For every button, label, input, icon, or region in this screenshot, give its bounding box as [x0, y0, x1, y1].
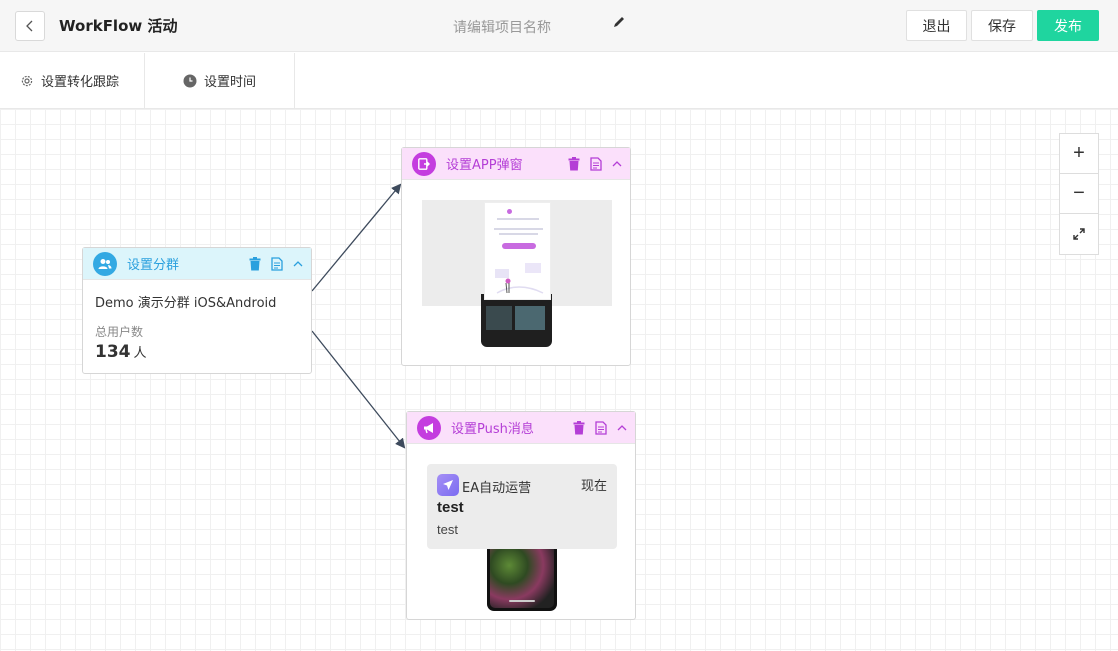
app-popup-icon	[412, 151, 436, 176]
page-title: WorkFlow 活动	[59, 17, 178, 35]
back-button[interactable]	[15, 11, 45, 41]
users-icon	[93, 251, 117, 276]
popup-phone-preview	[481, 294, 552, 347]
push-node-title: 设置Push消息	[451, 422, 534, 437]
edge-segment-to-push	[311, 330, 406, 449]
push-notification-preview: EA自动运营 现在 test test	[427, 464, 617, 549]
pencil-icon[interactable]	[611, 14, 627, 30]
zoom-out-button[interactable]: −	[1060, 174, 1098, 214]
fit-view-button[interactable]	[1060, 214, 1098, 254]
copy-icon[interactable]	[595, 420, 607, 435]
push-app-name: EA自动运营	[462, 481, 532, 496]
set-conversion-tracking-button[interactable]: 设置转化跟踪	[0, 53, 145, 108]
workflow-canvas[interactable]: + − 设置分群 Demo 演示分群 iOS&Android 总用户数 134 人	[0, 109, 1118, 651]
total-users-label: 总用户数	[95, 325, 144, 339]
segment-node-title: 设置分群	[127, 258, 180, 273]
segment-node[interactable]: 设置分群 Demo 演示分群 iOS&Android 总用户数 134 人	[82, 247, 312, 374]
push-message-node[interactable]: 设置Push消息 EA自动运营 现在 test test	[406, 411, 636, 620]
copy-icon[interactable]	[271, 256, 283, 271]
total-users-count: 134	[95, 342, 131, 362]
project-name-input[interactable]: 请编辑项目名称	[453, 17, 551, 37]
exit-button[interactable]: 退出	[906, 10, 967, 41]
users-unit: 人	[133, 346, 147, 361]
app-header: WorkFlow 活动 请编辑项目名称 退出 保存 发布	[0, 0, 1118, 52]
save-button[interactable]: 保存	[971, 10, 1033, 41]
app-popup-node[interactable]: 设置APP弹窗	[401, 147, 631, 366]
popup-preview-card	[484, 202, 551, 300]
push-message-title: test	[437, 499, 464, 516]
push-time: 现在	[580, 479, 607, 494]
publish-button[interactable]: 发布	[1037, 10, 1099, 41]
conversion-tracking-label: 设置转化跟踪	[41, 75, 120, 90]
push-phone-preview	[487, 547, 557, 611]
collapse-icon[interactable]	[293, 260, 303, 267]
megaphone-icon	[417, 415, 441, 440]
paper-plane-icon	[437, 474, 459, 496]
app-popup-node-header: 设置APP弹窗	[402, 148, 630, 180]
collapse-icon[interactable]	[617, 424, 627, 431]
app-popup-node-title: 设置APP弹窗	[446, 158, 523, 173]
toolbar: 设置转化跟踪 设置时间	[0, 53, 1118, 109]
trash-icon[interactable]	[568, 156, 580, 171]
clock-icon	[183, 74, 197, 87]
collapse-icon[interactable]	[612, 160, 622, 167]
push-message-body: test	[437, 522, 458, 537]
copy-icon[interactable]	[590, 156, 602, 171]
expand-icon	[1073, 228, 1085, 240]
trash-icon[interactable]	[573, 420, 585, 435]
zoom-in-button[interactable]: +	[1060, 134, 1098, 174]
set-time-button[interactable]: 设置时间	[145, 53, 295, 108]
segment-name: Demo 演示分群 iOS&Android	[95, 296, 277, 311]
zoom-controls: + −	[1059, 133, 1099, 255]
chevron-left-icon	[26, 20, 33, 32]
push-node-header: 设置Push消息	[407, 412, 635, 444]
segment-node-header: 设置分群	[83, 248, 311, 280]
set-time-label: 设置时间	[204, 75, 257, 90]
gear-icon	[21, 75, 33, 86]
edge-segment-to-popup	[311, 183, 402, 292]
trash-icon[interactable]	[249, 256, 261, 271]
